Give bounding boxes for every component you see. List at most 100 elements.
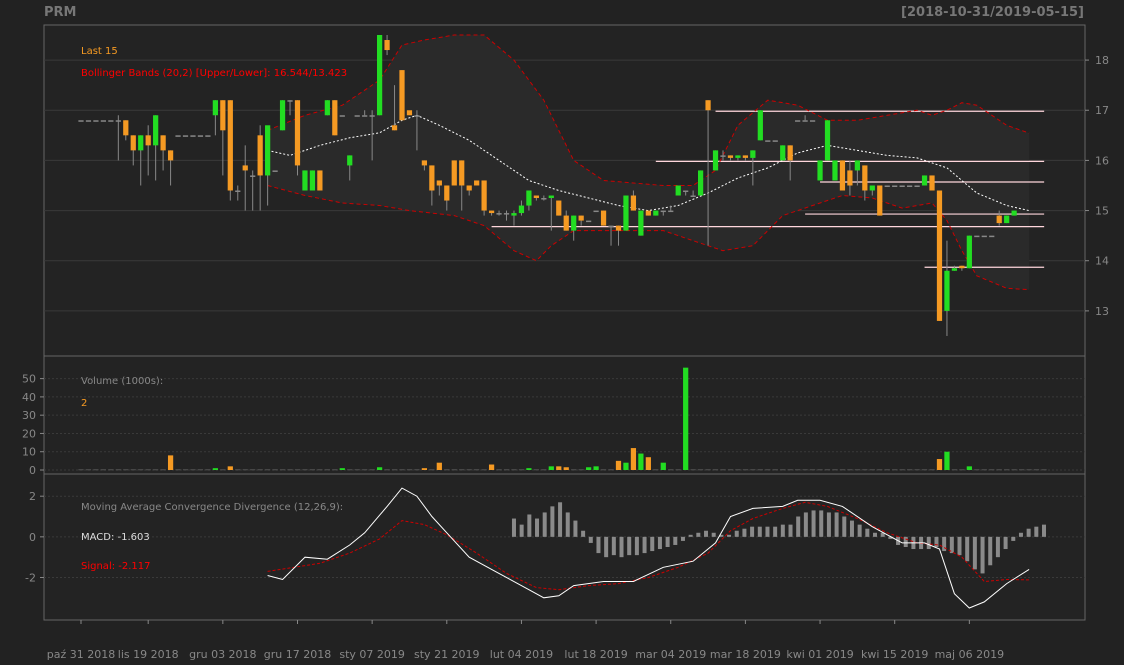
candle-body [145,135,151,146]
volume-bar [772,469,778,471]
volume-bar [511,469,517,471]
volume-bar [989,469,995,471]
candle-body [563,215,569,231]
candle-body [854,160,860,171]
candle-body [1004,215,1010,224]
x-tick-label: lut 18 2019 [564,648,627,661]
candle-body [414,115,420,117]
price-tick-label: 13 [1095,305,1109,318]
candle-body [966,235,972,269]
candle-body [429,165,435,191]
x-tick-label: lis 19 2018 [118,648,179,661]
legend-last: Last 15 [81,46,118,57]
volume-bar [869,469,875,471]
volume-bar [93,469,99,471]
volume-bar [884,469,890,471]
candle-body [257,135,263,176]
macd-value-label: MACD: -1.603 [81,532,150,543]
candle-body [250,175,256,177]
volume-bar [317,469,323,471]
candle-body [645,210,651,216]
volume-bar [966,466,972,470]
price-tick-label: 14 [1095,255,1109,268]
candle-body [683,190,689,192]
x-tick-label: mar 04 2019 [635,648,706,661]
volume-bar [921,469,928,471]
candle-body [571,215,577,231]
x-tick-label: gru 03 2018 [189,648,256,661]
candle-body [697,170,704,196]
candle-body [809,120,816,122]
macd-histogram-bar [642,536,647,554]
volume-bar [339,468,345,470]
volume-bar [839,469,846,471]
candle-body [503,213,510,215]
macd-histogram-bar [511,518,516,537]
candle-body [115,120,121,122]
macd-histogram-bar [942,536,947,552]
candle-body [914,185,920,187]
volume-bar [324,469,330,471]
candle-body [586,220,592,223]
macd-histogram-bar [980,536,985,574]
volume-title: Volume (1000s): [81,376,163,387]
candle-body [160,135,166,151]
candle-body [93,120,99,122]
volume-bar [220,469,226,471]
volume-bar [1033,469,1040,471]
volume-bar [795,469,801,471]
volume-bar [1041,469,1047,471]
price-tick-label: 15 [1095,205,1109,218]
volume-bar [436,462,442,470]
candle-body [907,185,913,187]
candle-body [735,155,741,158]
volume-bar [600,469,607,471]
macd-histogram-bar [765,526,770,537]
macd-histogram-bar [873,532,878,537]
candle-body [444,185,450,201]
volume-bar [638,453,644,470]
macd-histogram-bar [734,530,739,537]
volume-tick-label: 30 [22,409,36,422]
volume-bar [705,469,711,471]
macd-histogram-bar [957,536,962,556]
volume-bar [257,469,263,471]
candle-body [227,100,233,191]
macd-histogram-bar [803,512,808,537]
candle-body [466,185,472,191]
candle-body [339,115,345,117]
volume-bar [929,469,935,471]
macd-histogram-bar [727,534,732,537]
x-tick-label: gru 17 2018 [264,648,331,661]
volume-bar [974,469,980,471]
candle-body [294,100,301,166]
volume-bar [533,469,539,471]
candle-body [690,195,696,198]
candle-body [630,195,637,211]
candle-body [481,180,487,211]
volume-bar [414,469,420,471]
candle-body [780,145,786,161]
candle-body [496,213,502,215]
volume-bar [488,464,495,470]
macd-histogram-bar [857,524,862,537]
macd-histogram-bar [780,524,785,537]
volume-bar [899,469,905,471]
macd-histogram-bar [588,536,593,543]
candle-body [787,145,793,161]
volume-bar [675,469,681,471]
candle-body [511,213,517,216]
volume-bar [459,469,465,471]
candle-body [705,100,711,111]
candle-body [712,150,719,171]
volume-bar [735,469,741,471]
x-tick-label: sty 21 2019 [414,648,480,661]
macd-histogram-bar [619,536,624,558]
macd-histogram-bar [1034,526,1039,537]
volume-bar [1011,469,1017,471]
macd-histogram-bar [565,512,570,537]
volume-bar [332,469,338,471]
candle-body [399,70,405,121]
candle-body [526,190,532,206]
chart-canvas: 13 14 15 16 17 18 Last 15 Bollinger Bands (20,2… [22,24,1109,661]
